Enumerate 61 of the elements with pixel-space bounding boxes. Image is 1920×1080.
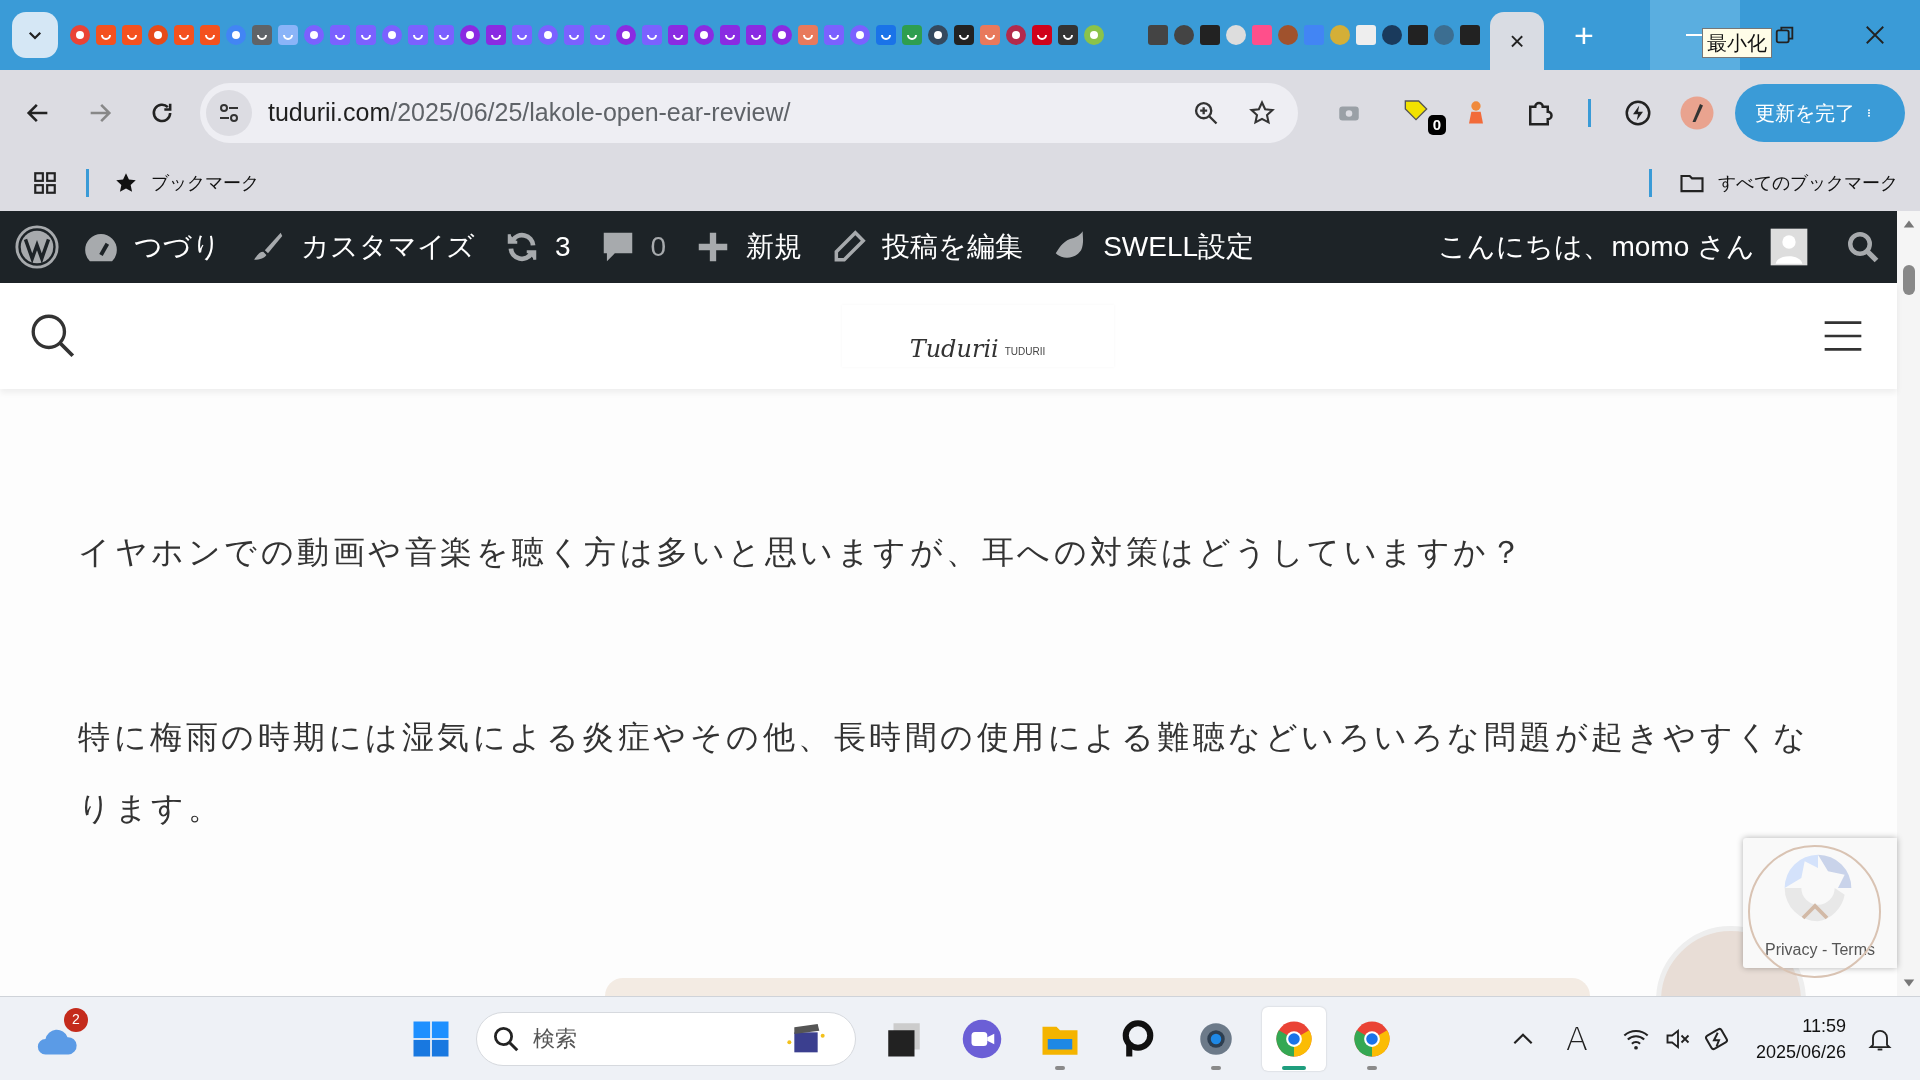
all-bookmarks[interactable]: すべてのブックマーク [1678, 169, 1898, 197]
search-input[interactable]: 検索 [533, 1022, 733, 1055]
weather-widget[interactable]: 2 [34, 1007, 88, 1064]
extension-badge: 0 [1427, 114, 1446, 135]
wordpress-logo-icon [14, 224, 60, 270]
clock-time: 11:59 [1802, 1014, 1846, 1038]
bookmark-item[interactable]: ブックマーク [113, 169, 259, 197]
notification-badge: 2 [64, 1007, 88, 1032]
admin-bar-label: 3 [555, 230, 571, 264]
clock-date: 2025/06/26 [1755, 1040, 1846, 1064]
all-bookmarks-label: すべてのブックマーク [1718, 171, 1898, 195]
article-paragraph: 特に梅雨の時期には湿気による炎症やその他、長時間の使用による難聴などいろいろな問題が起きやすくなります。 [78, 718, 1810, 828]
clock[interactable]: 11:59 2025/06/26 [1755, 1012, 1846, 1065]
favicon-icon[interactable] [692, 23, 716, 47]
admin-bar-item[interactable]: SWELL設定 [1051, 211, 1283, 283]
url-text: tudurii.com/2025/06/25/lakole-open-ear-review/ [268, 96, 791, 128]
article-paragraph: イヤホンでの動画や音楽を聴く方は多いと思いますが、耳への対策はどうしていますか？ [78, 533, 1526, 572]
account-menu[interactable]: こんにちは、momo さん [1438, 226, 1809, 268]
admin-bar-item[interactable]: 投稿を編集 [830, 211, 1052, 283]
close-tab-button[interactable]: × [1509, 28, 1525, 54]
favicon-icon[interactable] [1004, 23, 1028, 47]
admin-bar-label: 0 [650, 230, 667, 264]
active-tab[interactable]: × [1490, 12, 1544, 70]
scrollbar-thumb[interactable] [1902, 265, 1915, 295]
scrollbar[interactable] [1897, 211, 1920, 996]
star-icon[interactable] [1248, 98, 1276, 127]
minimize-icon [1686, 34, 1704, 36]
admin-bar-item[interactable]: カスタマイズ [249, 211, 503, 283]
profile-avatar-icon[interactable] [1679, 94, 1715, 131]
admin-bar-item[interactable]: 3 [503, 211, 599, 283]
close-icon[interactable] [1864, 24, 1886, 46]
ime-indicator[interactable]: A [1566, 1014, 1588, 1063]
logo-script-text: Tudurii [909, 337, 999, 361]
greeting-text: こんにちは、momo さん [1438, 230, 1755, 264]
site-logo[interactable]: Tudurii TUDURII [841, 305, 1114, 367]
bookmark-label: ブックマーク [151, 171, 259, 195]
admin-bar-item[interactable]: 新規 [694, 211, 831, 283]
logo-subtitle: TUDURII [1004, 347, 1046, 357]
admin-bar-item[interactable]: 0 [598, 211, 695, 283]
favicon-icon[interactable] [926, 23, 950, 47]
favicon-icon[interactable] [952, 23, 976, 47]
taskbar-search-field[interactable]: 検索 [476, 1011, 856, 1066]
restore-icon[interactable] [1774, 24, 1796, 46]
recaptcha-links[interactable]: Privacy - Terms [1765, 938, 1875, 962]
favicon-icon[interactable] [614, 23, 638, 47]
apps-grid-icon[interactable] [32, 170, 58, 196]
admin-bar-label: カスタマイズ [301, 230, 475, 264]
favicon-icon[interactable] [458, 23, 482, 47]
admin-bar-label: 投稿を編集 [882, 230, 1024, 264]
admin-bar-item[interactable]: つづり [82, 211, 249, 283]
user-avatar-icon [1769, 227, 1809, 267]
admin-bar-label: 新規 [746, 230, 803, 264]
favicon-icon[interactable] [770, 23, 794, 47]
admin-bar-label: SWELL設定 [1103, 230, 1255, 264]
address-bar[interactable]: tudurii.com/2025/06/25/lakole-open-ear-review/ [200, 82, 1298, 143]
favicon-icon[interactable] [1056, 23, 1080, 47]
tab-search-button[interactable] [12, 12, 58, 58]
video-chat-icon [961, 1017, 1003, 1060]
search-icon[interactable] [1845, 229, 1881, 265]
admin-bar-label: つづり [134, 230, 221, 264]
tooltip: 最小化 [1702, 28, 1772, 58]
